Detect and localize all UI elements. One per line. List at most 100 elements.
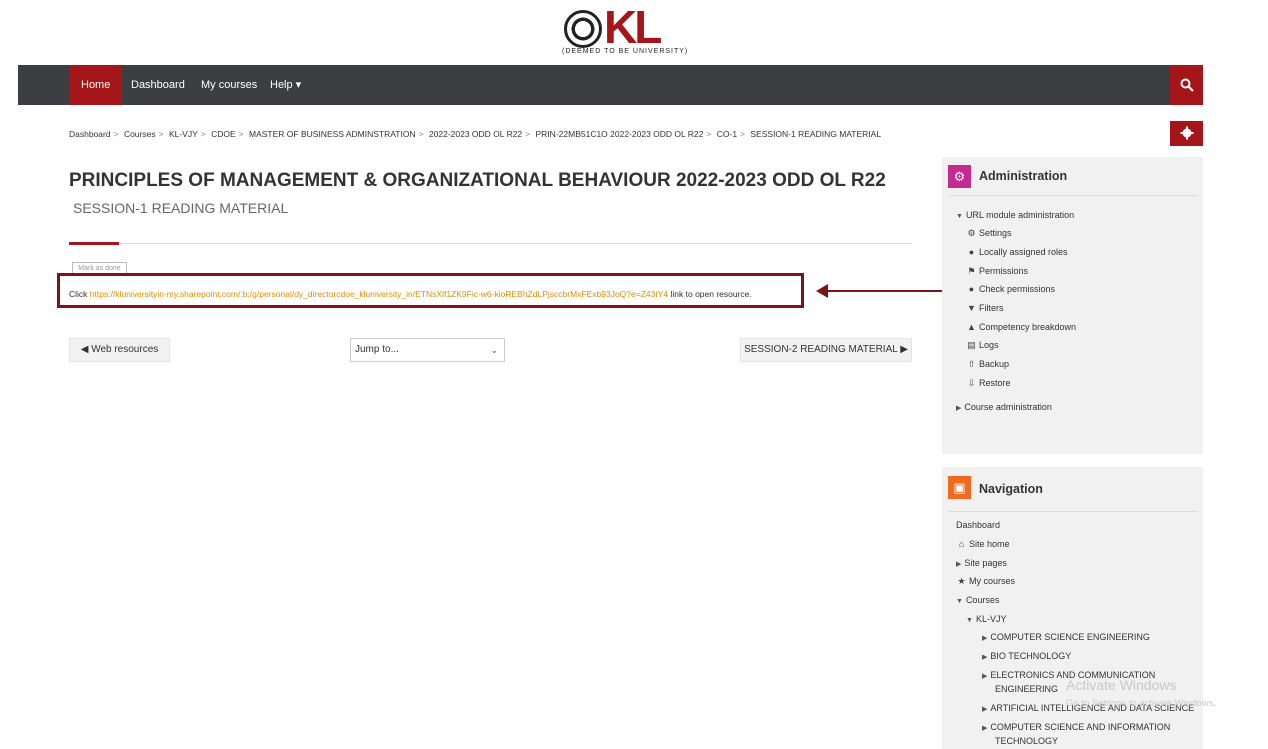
nav-tree-department[interactable]: ▶ COMPUTER SCIENCE ENGINEERING [982, 630, 1150, 644]
node-label: Site home [969, 539, 1010, 549]
node-label: Site pages [964, 558, 1007, 568]
breadcrumb-separator: > [158, 129, 164, 139]
breadcrumb-item-current[interactable]: SESSION-1 READING MATERIAL [750, 129, 881, 139]
node-label: My courses [969, 576, 1016, 586]
breadcrumb-item[interactable]: PRIN-22MB51C1O 2022-2023 ODD OL R22 [536, 129, 704, 139]
nav-tree-department[interactable]: ▶ BIO TECHNOLOGY [982, 649, 1071, 663]
kl-university-logo[interactable]: KL (DEEMED TO BE UNIVERSITY) [562, 1, 687, 60]
breadcrumb-item[interactable]: Dashboard [69, 129, 111, 139]
admin-item-restore[interactable]: ⇩ Restore [966, 376, 1011, 390]
caret-right-icon: ▶ [982, 706, 988, 713]
breadcrumb-item[interactable]: KL-VJY [169, 129, 198, 139]
block-divider [948, 511, 1197, 512]
top-navbar: Home Dashboard My courses Help ▾ [18, 65, 1203, 105]
resource-link[interactable]: https://kluniversityin-my.sharepoint.com… [90, 289, 668, 299]
admin-item-logs[interactable]: ▤ Logs [966, 338, 998, 352]
jump-to-value: Jump to... [355, 344, 399, 355]
administration-block: ⚙ Administration ▼ URL module administrat… [942, 157, 1203, 454]
caret-down-icon: ▼ [956, 213, 963, 220]
resource-prefix: Click [69, 289, 88, 299]
admin-item-check-permissions[interactable]: ● Check permissions [966, 282, 1055, 296]
graduation-cap-icon: ★ [957, 576, 966, 586]
course-administration-node[interactable]: ▶ Course administration [956, 400, 1052, 414]
logo-text: KL [604, 1, 662, 53]
admin-item-label: Restore [979, 378, 1011, 388]
breadcrumb-item[interactable]: 2022-2023 ODD OL R22 [429, 129, 522, 139]
admin-item-label: Settings [979, 228, 1012, 238]
node-label: KL-VJY [975, 614, 1007, 624]
node-label: Course administration [964, 402, 1052, 412]
user-check-icon: ● [968, 284, 975, 294]
page-subtitle: SESSION-1 READING MATERIAL [73, 200, 289, 216]
breadcrumb-item[interactable]: CDOE [211, 129, 236, 139]
admin-item-filters[interactable]: ▼ Filters [966, 301, 1004, 315]
activate-windows-watermark: Activate Windows [1066, 677, 1177, 693]
nav-dashboard[interactable]: Dashboard [119, 65, 197, 105]
administration-title: Administration [979, 169, 1068, 183]
previous-activity-button[interactable]: ◀ Web resources [69, 338, 170, 362]
breadcrumb-separator: > [200, 129, 206, 139]
activate-windows-hint: Go to Settings to activate Windows. [1066, 698, 1216, 709]
home-icon: ⌂ [958, 539, 965, 549]
page-title: PRINCIPLES OF MANAGEMENT & ORGANIZATIONA… [69, 167, 899, 222]
chevron-down-icon: ⌄ [490, 345, 498, 355]
navigation-title: Navigation [979, 482, 1043, 496]
annotation-arrow-line [825, 290, 945, 292]
caret-right-icon: ▶ [982, 654, 988, 661]
nav-tree-my-courses[interactable]: ★ My courses [956, 574, 1015, 588]
node-label: BIO TECHNOLOGY [990, 651, 1072, 661]
caret-right-icon: ▶ [982, 673, 988, 680]
breadcrumb-separator: > [706, 129, 712, 139]
logs-icon: ▤ [967, 340, 976, 350]
admin-item-backup[interactable]: ⇧ Backup [966, 357, 1009, 371]
breadcrumb-separator: > [113, 129, 119, 139]
breadcrumb-separator: > [525, 129, 531, 139]
logo-subtext: (DEEMED TO BE UNIVERSITY) [562, 48, 689, 55]
admin-item-settings[interactable]: ⚙ Settings [966, 226, 1012, 240]
admin-item-label: Permissions [979, 266, 1029, 276]
course-title: PRINCIPLES OF MANAGEMENT & ORGANIZATIONA… [69, 170, 886, 191]
administration-header: ⚙ Administration [948, 165, 1197, 189]
resource-instruction: Click https://kluniversityin-my.sharepoi… [69, 289, 752, 299]
block-divider [948, 195, 1197, 196]
nav-tree-site-home[interactable]: ⌂ Site home [956, 537, 1010, 551]
admin-item-permissions[interactable]: ⚑ Permissions [966, 264, 1028, 278]
nav-tree-site-pages[interactable]: ▶ Site pages [956, 556, 1007, 570]
breadcrumb-separator: > [418, 129, 424, 139]
nav-tree-dashboard[interactable]: Dashboard [956, 518, 1000, 532]
admin-item-competency-breakdown[interactable]: ▲ Competency breakdown [966, 320, 1076, 334]
caret-down-icon: ▼ [956, 598, 963, 605]
admin-item-label: Filters [979, 303, 1004, 313]
node-label: COMPUTER SCIENCE ENGINEERING [990, 632, 1150, 642]
sitemap-icon: ▣ [948, 476, 971, 499]
breadcrumb-item[interactable]: MASTER OF BUSINESS ADMINSTRATION [249, 129, 416, 139]
admin-item-label: Backup [979, 359, 1010, 369]
university-seal-icon [564, 10, 602, 48]
node-label: COMPUTER SCIENCE AND INFORMATION [990, 722, 1171, 732]
nav-tree-department-cont[interactable]: TECHNOLOGY [995, 734, 1058, 748]
breadcrumb-item[interactable]: CO-1 [717, 129, 737, 139]
nav-tree-department-cont[interactable]: ENGINEERING [995, 682, 1058, 696]
caret-down-icon: ▼ [966, 617, 973, 624]
resource-suffix: link to open resource. [670, 289, 752, 299]
page-settings-button[interactable] [1170, 121, 1203, 146]
filter-icon: ▼ [967, 303, 976, 313]
url-module-admin-node[interactable]: ▼ URL module administration [956, 208, 1074, 222]
gear-icon [1180, 126, 1193, 140]
jump-to-select[interactable]: Jump to... ⌄ [350, 338, 505, 362]
nav-tree-courses[interactable]: ▼ Courses [956, 593, 999, 607]
search-button[interactable] [1170, 65, 1203, 105]
gear-icon: ⚙ [967, 228, 976, 238]
competency-icon: ▲ [967, 322, 976, 332]
next-activity-button[interactable]: SESSION-2 READING MATERIAL ▶ [740, 338, 912, 362]
admin-item-locally-assigned-roles[interactable]: ● Locally assigned roles [966, 245, 1068, 259]
nav-help[interactable]: Help ▾ [258, 65, 313, 105]
user-icon: ● [968, 247, 975, 257]
nav-tree-kl-vjy[interactable]: ▼ KL-VJY [966, 612, 1006, 626]
breadcrumb-separator: > [238, 129, 244, 139]
breadcrumb-item[interactable]: Courses [124, 129, 156, 139]
nav-tree-department[interactable]: ▶ COMPUTER SCIENCE AND INFORMATION [982, 720, 1170, 734]
node-label: URL module administration [965, 210, 1075, 220]
breadcrumb: Dashboard > Courses > KL-VJY > CDOE > MASTER… [69, 129, 881, 139]
nav-home[interactable]: Home [69, 65, 123, 105]
